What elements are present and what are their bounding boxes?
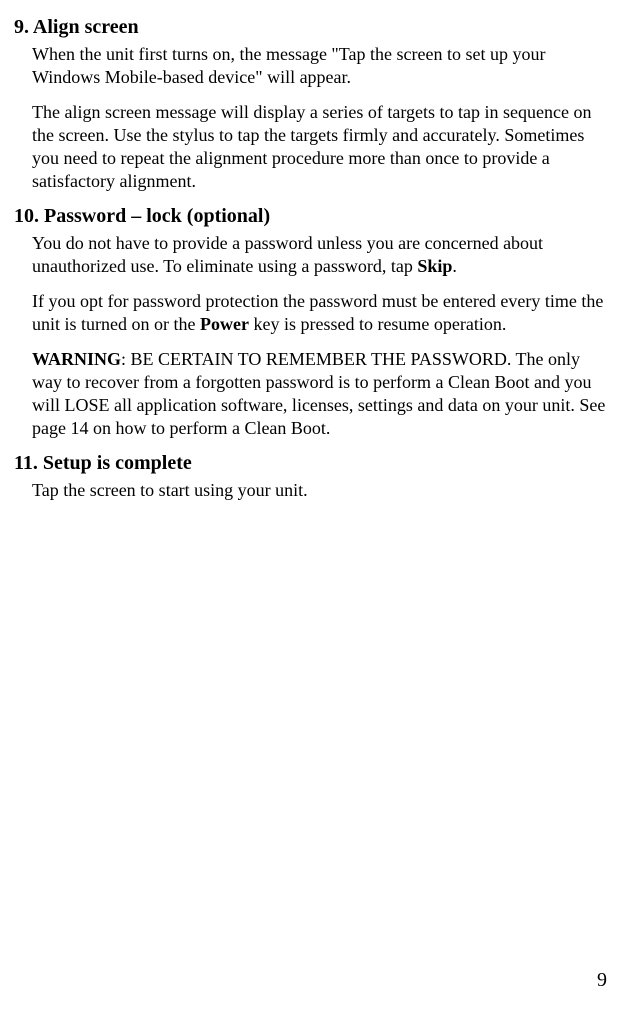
section-11-para-1: Tap the screen to start using your unit. bbox=[32, 479, 611, 502]
section-10-para-2: If you opt for password protection the p… bbox=[32, 290, 611, 336]
skip-label: Skip bbox=[417, 256, 452, 276]
section-11-heading: 11. Setup is complete bbox=[14, 452, 611, 475]
page-number: 9 bbox=[597, 969, 607, 992]
section-10-para-1: You do not have to provide a password un… bbox=[32, 232, 611, 278]
section-10-heading: 10. Password – lock (optional) bbox=[14, 205, 611, 228]
section-9-para-1: When the unit first turns on, the messag… bbox=[32, 43, 611, 89]
section-10-para-1-text-a: You do not have to provide a password un… bbox=[32, 233, 543, 276]
warning-label: WARNING bbox=[32, 349, 121, 369]
section-10-para-1-text-c: . bbox=[452, 256, 457, 276]
section-9-para-2: The align screen message will display a … bbox=[32, 101, 611, 193]
section-9-heading: 9. Align screen bbox=[14, 16, 611, 39]
power-key-label: Power bbox=[200, 314, 249, 334]
section-10-para-3: WARNING: BE CERTAIN TO REMEMBER THE PASS… bbox=[32, 348, 611, 440]
section-10-para-2-text-c: key is pressed to resume operation. bbox=[249, 314, 506, 334]
